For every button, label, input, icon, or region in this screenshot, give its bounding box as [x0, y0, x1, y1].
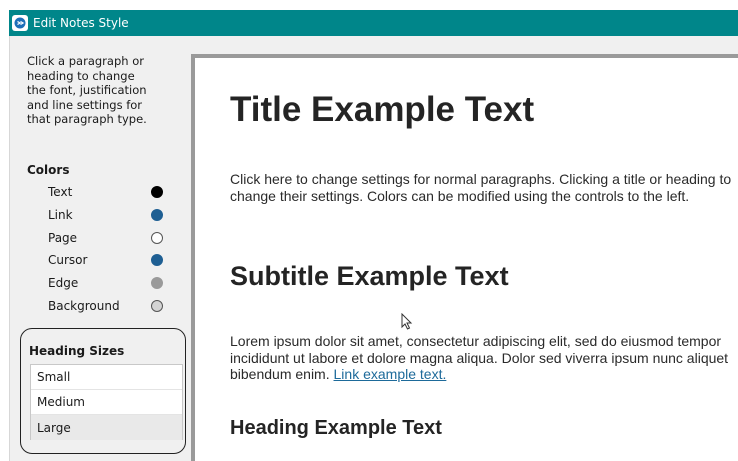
color-swatch-edge[interactable] — [151, 277, 163, 289]
color-swatch-cursor[interactable] — [151, 254, 163, 266]
color-row-background[interactable]: Background — [48, 295, 163, 317]
preview-paragraph-text[interactable]: Lorem ipsum dolor sit amet, consectetur … — [230, 333, 728, 382]
preview-title[interactable]: Title Example Text — [230, 90, 534, 130]
color-row-text[interactable]: Text — [48, 181, 163, 203]
heading-sizes-title: Heading Sizes — [29, 344, 125, 358]
app-icon — [12, 15, 28, 31]
sidebar: Click a paragraph or heading to change t… — [9, 36, 191, 461]
mouse-cursor-icon — [401, 313, 413, 330]
color-label-link: Link — [48, 208, 73, 222]
color-label-page: Page — [48, 231, 78, 245]
preview-heading[interactable]: Heading Example Text — [230, 417, 442, 440]
heading-sizes-panel: Heading Sizes Small Medium Large — [20, 328, 186, 454]
color-row-cursor[interactable]: Cursor — [48, 249, 163, 271]
color-swatch-page[interactable] — [151, 232, 163, 244]
color-label-background: Background — [48, 299, 120, 313]
window-title: Edit Notes Style — [33, 16, 129, 30]
help-text: Click a paragraph or heading to change t… — [27, 54, 147, 126]
color-row-link[interactable]: Link — [48, 204, 163, 226]
color-row-page[interactable]: Page — [48, 227, 163, 249]
color-swatch-background[interactable] — [151, 300, 163, 312]
preview-pane[interactable]: Title Example Text Click here to change … — [191, 54, 738, 461]
heading-size-option-small[interactable]: Small — [31, 365, 182, 390]
preview-paragraph-lorem[interactable]: Lorem ipsum dolor sit amet, consectetur … — [230, 333, 738, 383]
preview-top-margin — [191, 36, 738, 54]
heading-sizes-list[interactable]: Small Medium Large — [30, 364, 183, 440]
preview-subtitle[interactable]: Subtitle Example Text — [230, 261, 509, 292]
color-label-cursor: Cursor — [48, 253, 88, 267]
color-swatch-text[interactable] — [151, 186, 163, 198]
color-row-edge[interactable]: Edge — [48, 272, 163, 294]
heading-size-option-large[interactable]: Large — [31, 415, 182, 440]
color-swatch-link[interactable] — [151, 209, 163, 221]
title-bar: Edit Notes Style — [9, 10, 738, 36]
preview-paragraph[interactable]: Click here to change settings for normal… — [230, 171, 738, 204]
heading-size-option-medium[interactable]: Medium — [31, 390, 182, 415]
color-label-edge: Edge — [48, 276, 79, 290]
preview-link[interactable]: Link example text. — [334, 366, 447, 382]
color-label-text: Text — [48, 185, 73, 199]
colors-heading: Colors — [27, 163, 70, 177]
